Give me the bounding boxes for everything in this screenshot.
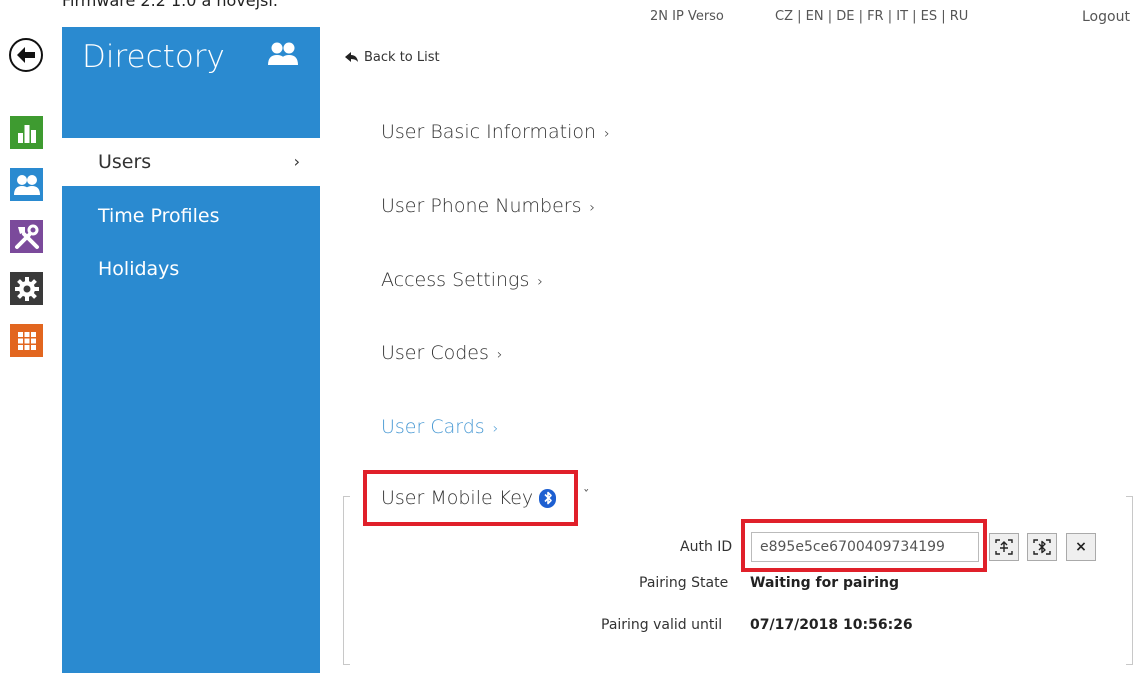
tools-icon [14,224,39,249]
status-app-icon[interactable] [10,116,43,149]
sidebar-title: Directory [82,39,225,75]
gear-icon [14,276,39,301]
pairing-state-label: Pairing State [639,575,729,591]
pairing-state-value: Waiting for pairing [750,575,899,591]
directory-sidebar: Directory Users › Time Profiles Holidays [62,27,320,673]
chevron-right-icon: › [537,274,543,290]
chevron-right-icon: › [604,126,610,142]
grid-icon [17,331,36,350]
bluetooth-icon [539,488,557,508]
users-icon [266,41,300,71]
sidebar-item-label: Users [98,151,152,173]
panel-frame-right [1126,496,1133,665]
back-arrow-icon [17,47,35,63]
auth-id-label: Auth ID [680,539,733,555]
chevron-down-icon[interactable]: ˇ [583,489,590,504]
sidebar-item-users[interactable]: Users › [62,138,320,186]
section-user-mobile-key[interactable]: User Mobile Key [381,487,557,509]
hardware-app-icon[interactable] [10,220,43,253]
auth-id-input[interactable] [751,532,979,562]
pair-usb-button[interactable] [989,533,1019,561]
bar-chart-icon [17,124,36,143]
pair-bluetooth-button[interactable] [1027,533,1057,561]
back-to-list-link[interactable]: Back to List [345,50,440,65]
chevron-right-icon: › [293,152,300,171]
chevron-right-icon: › [496,347,503,363]
section-access-settings[interactable]: Access Settings › [381,269,543,291]
top-cut-text: Firmware 2.2 1.0 a novejsi. [62,0,278,10]
section-label: User Cards [381,416,485,438]
section-label: Access Settings [381,269,530,291]
device-name: 2N IP Verso [650,9,724,24]
pairing-valid-until-value: 07/17/2018 10:56:26 [750,617,913,633]
section-label: User Codes [381,342,489,364]
language-selector[interactable]: CZ | EN | DE | FR | IT | ES | RU [775,9,968,24]
section-label: User Phone Numbers [381,195,582,217]
back-arrow-button[interactable] [9,38,43,72]
close-icon: × [1075,539,1087,555]
sidebar-item-label: Holidays [98,258,180,280]
section-user-phone-numbers[interactable]: User Phone Numbers › [381,195,595,217]
services-app-icon[interactable] [10,324,43,357]
sidebar-item-time-profiles[interactable]: Time Profiles [62,192,320,240]
chevron-right-icon: › [589,200,596,216]
sidebar-item-holidays[interactable]: Holidays [62,245,320,293]
section-user-cards[interactable]: User Cards › [381,416,498,438]
chevron-right-icon: › [492,421,499,437]
users-icon [13,174,40,195]
section-user-codes[interactable]: User Codes › [381,342,503,364]
sidebar-item-label: Time Profiles [98,205,220,227]
system-app-icon[interactable] [10,272,43,305]
section-label: User Mobile Key [381,487,534,509]
clear-auth-id-button[interactable]: × [1066,533,1096,561]
back-arrow-icon [345,52,358,62]
section-label: User Basic Information [381,121,597,143]
pairing-valid-until-label: Pairing valid until [601,617,723,633]
pair-bluetooth-icon [1033,539,1051,555]
section-user-basic-information[interactable]: User Basic Information › [381,121,610,143]
directory-app-icon[interactable] [10,168,43,201]
pair-usb-icon [995,539,1013,555]
logout-link[interactable]: Logout [1082,9,1130,25]
back-to-list-label: Back to List [364,50,440,65]
panel-frame-left [343,496,350,665]
